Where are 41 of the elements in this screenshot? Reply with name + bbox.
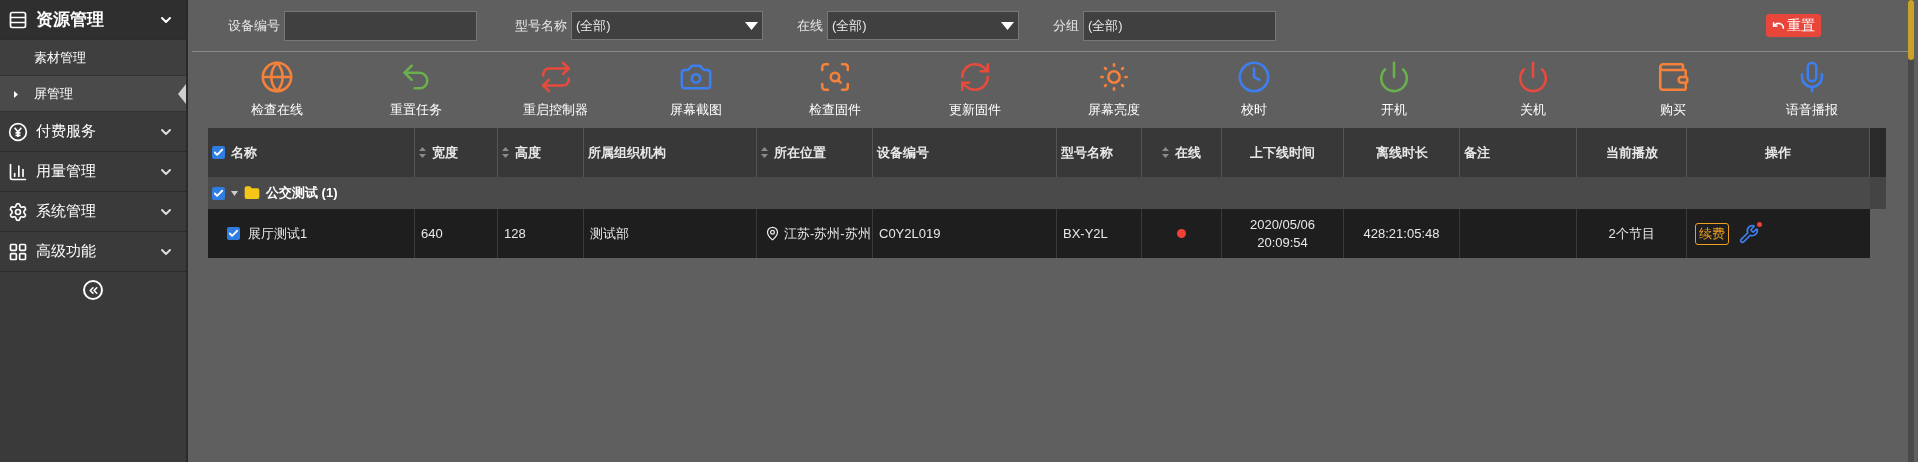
toolbar-button[interactable]: 购买: [1602, 60, 1743, 120]
device-name: 展厅测试1: [248, 224, 308, 243]
sidebar-menu-item[interactable]: 用量管理: [0, 152, 186, 192]
time-text: 20:09:54: [1257, 233, 1308, 252]
group-label: 公交测试 (1): [266, 184, 338, 203]
toolbar-button[interactable]: 检查固件: [765, 60, 905, 120]
table-cell: 128: [498, 209, 584, 258]
sidebar-subitem[interactable]: 屏管理: [0, 76, 186, 112]
location-text: 江苏-苏州-苏州: [784, 224, 871, 243]
toolbar-button[interactable]: 重置任务: [346, 60, 487, 120]
select-field[interactable]: (全部): [571, 11, 763, 40]
reset-button[interactable]: 重置: [1766, 14, 1821, 37]
toolbar-button[interactable]: 屏幕亮度: [1044, 60, 1185, 120]
table-cell: 测试部: [584, 209, 757, 258]
sidebar-menu-item[interactable]: 付费服务: [0, 112, 186, 152]
date-text: 2020/05/06: [1249, 215, 1316, 234]
filter-label: 分组: [1053, 16, 1079, 35]
toolbar-button[interactable]: 重启控制器: [486, 60, 626, 120]
toolbar-button[interactable]: 检查在线: [207, 60, 347, 120]
table-cell: BX-Y2L: [1057, 209, 1142, 258]
toolbar-button[interactable]: 语音播报: [1742, 60, 1883, 120]
toolbar-button[interactable]: 开机: [1323, 60, 1464, 120]
table-cell: 2个节目: [1577, 209, 1687, 258]
sidebar-menu-item[interactable]: 高级功能: [0, 232, 186, 272]
input-field[interactable]: (全部): [1083, 10, 1276, 41]
filter-label: 设备编号: [228, 16, 280, 35]
table-cell: C0Y2L019: [873, 209, 1057, 258]
filter-label: 型号名称: [515, 16, 567, 35]
toolbar-button[interactable]: 更新固件: [904, 60, 1045, 120]
select-field[interactable]: (全部): [827, 11, 1019, 40]
filter-label: 在线: [797, 16, 823, 35]
table-cell: 640: [415, 209, 498, 258]
sidebar-subitem[interactable]: 素材管理: [0, 40, 186, 76]
group-row[interactable]: 公交测试 (1): [208, 177, 1870, 209]
toolbar-button[interactable]: 校时: [1184, 60, 1324, 120]
sidebar-menu-item[interactable]: 资源管理: [0, 0, 186, 40]
toolbar-button[interactable]: 关机: [1463, 60, 1603, 120]
toolbar-button[interactable]: 屏幕截图: [625, 60, 766, 120]
renew-button[interactable]: 续费: [1695, 222, 1729, 245]
sidebar-menu-item[interactable]: 系统管理: [0, 192, 186, 232]
table-cell: 428:21:05:48: [1344, 209, 1460, 258]
